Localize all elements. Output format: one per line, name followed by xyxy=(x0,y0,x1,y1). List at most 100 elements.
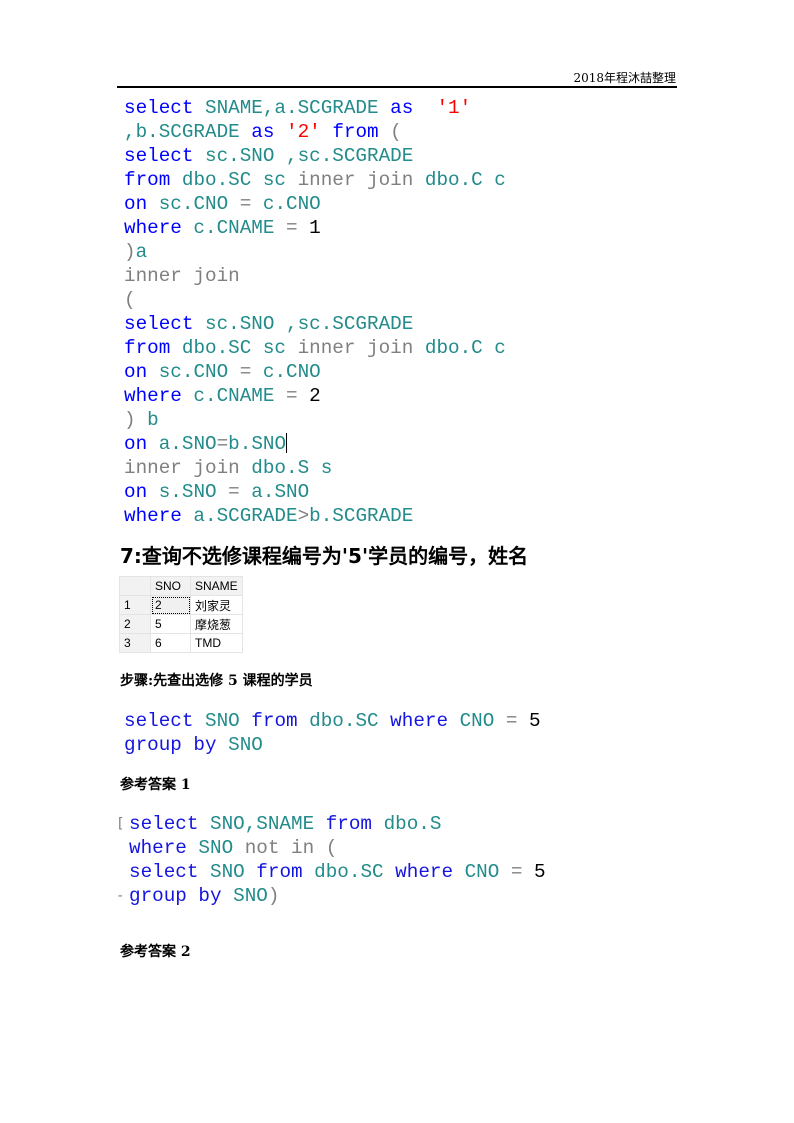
collapse-bracket-icon[interactable]: [ xyxy=(116,816,124,832)
code-token: a.SNO xyxy=(147,433,217,455)
result-grid-header-sname[interactable]: SNAME xyxy=(190,576,243,596)
code-token: dbo.S s xyxy=(239,457,333,479)
code-line[interactable]: ) b xyxy=(124,408,506,432)
code-token: b.SCGRADE xyxy=(309,505,414,527)
code-line[interactable]: on sc.CNO = c.CNO xyxy=(124,360,506,384)
code-token: s.SNO xyxy=(147,481,229,503)
code-line[interactable]: from dbo.SC sc inner join dbo.C c xyxy=(124,168,506,192)
sql-code-block-3: select SNO,SNAME from dbo.S where SNO not… xyxy=(129,812,546,908)
code-token: CNO xyxy=(448,710,506,732)
code-line[interactable]: on s.SNO = a.SNO xyxy=(124,480,506,504)
code-token: ) xyxy=(124,241,136,263)
code-line[interactable]: select SNO from dbo.SC where CNO = 5 xyxy=(124,709,541,733)
code-token: group by xyxy=(124,734,217,756)
code-token: SNO xyxy=(216,734,263,756)
code-token: CNO xyxy=(453,861,511,883)
code-line[interactable]: select sc.SNO ,sc.SCGRADE xyxy=(124,312,506,336)
row-number[interactable]: 1 xyxy=(119,595,151,615)
code-token: '2' xyxy=(286,121,321,143)
cell-sno[interactable]: 2 xyxy=(150,595,191,615)
code-token: = xyxy=(216,433,229,455)
code-token: a.SNO xyxy=(239,481,310,503)
code-line[interactable]: on sc.CNO = c.CNO xyxy=(124,192,506,216)
code-line[interactable]: select SNO from dbo.SC where CNO = 5 xyxy=(129,860,546,884)
code-line[interactable]: from dbo.SC sc inner join dbo.C c xyxy=(124,336,506,360)
code-line[interactable]: group by SNO) xyxy=(129,884,546,908)
collapse-end-icon: - xyxy=(116,888,125,904)
result-grid-row: 3 6 TMD xyxy=(119,633,243,653)
code-line[interactable]: where a.SCGRADE>b.SCGRADE xyxy=(124,504,506,528)
code-token: from xyxy=(124,337,171,359)
code-token: inner join xyxy=(124,265,240,287)
code-line[interactable]: )a xyxy=(124,240,506,264)
code-token: > xyxy=(297,505,310,527)
code-token: where xyxy=(124,385,182,407)
step-label: 步骤:先查出选修 5 课程的学员 xyxy=(120,673,313,689)
code-line[interactable]: where c.CNAME = 1 xyxy=(124,216,506,240)
code-line[interactable]: inner join xyxy=(124,264,506,288)
code-token: dbo.C c xyxy=(413,337,506,359)
code-token: SNO,SNAME xyxy=(198,813,326,835)
row-number[interactable]: 2 xyxy=(119,614,151,634)
code-token: '1' xyxy=(436,97,472,119)
code-line[interactable]: ,b.SCGRADE as '2' from ( xyxy=(124,120,506,144)
header-rule xyxy=(117,86,677,88)
code-line[interactable]: where SNO not in ( xyxy=(129,836,546,860)
code-token: dbo.C c xyxy=(413,169,506,191)
code-token: ( xyxy=(124,289,136,311)
code-line[interactable]: where c.CNAME = 2 xyxy=(124,384,506,408)
code-token: where xyxy=(124,217,182,239)
code-token: from xyxy=(251,710,298,732)
cell-sno[interactable]: 5 xyxy=(150,614,191,634)
code-line[interactable]: select SNO,SNAME from dbo.S xyxy=(129,812,546,836)
code-token: = xyxy=(286,385,298,407)
code-token: where xyxy=(390,710,449,732)
code-token: c.CNAME xyxy=(181,385,286,407)
code-token: select xyxy=(124,97,194,119)
answer-1-label: 参考答案 1 xyxy=(120,777,191,793)
code-line[interactable]: group by SNO xyxy=(124,733,541,757)
row-number[interactable]: 3 xyxy=(119,633,151,653)
code-token: where xyxy=(129,837,187,859)
code-token: as xyxy=(251,121,275,143)
code-line[interactable]: ( xyxy=(124,288,506,312)
result-grid-row: 1 2 刘家灵 xyxy=(119,595,243,615)
code-token: dbo.S xyxy=(372,813,442,835)
code-token: = xyxy=(228,481,240,503)
cell-sname[interactable]: 摩烧葱 xyxy=(190,614,243,634)
code-line[interactable]: inner join dbo.S s xyxy=(124,456,506,480)
code-token: = xyxy=(505,710,518,732)
sql-code-block-2: select SNO from dbo.SC where CNO = 5 grou… xyxy=(124,709,541,757)
code-line[interactable]: select SNAME,a.SCGRADE as '1' xyxy=(124,96,506,120)
code-token: c.CNO xyxy=(251,361,321,383)
code-token: inner join xyxy=(124,457,240,479)
code-token: group by xyxy=(129,885,222,907)
cell-sname[interactable]: 刘家灵 xyxy=(190,595,243,615)
code-token: select xyxy=(124,145,194,167)
code-token: a.SCGRADE xyxy=(181,505,298,527)
code-token: sc.CNO xyxy=(147,361,240,383)
code-token: SNO xyxy=(221,885,268,907)
code-token: = xyxy=(239,193,252,215)
code-token: a xyxy=(135,241,148,263)
code-token: SNO xyxy=(186,837,245,859)
code-token: 1 xyxy=(309,217,321,239)
code-token: ) xyxy=(267,885,280,907)
result-grid-header-sno[interactable]: SNO xyxy=(150,576,191,596)
cell-sno[interactable]: 6 xyxy=(150,633,191,653)
code-token: = xyxy=(510,861,523,883)
code-line[interactable]: on a.SNO=b.SNO xyxy=(124,432,506,456)
page-header-text: 2018年程沐喆整理 xyxy=(573,71,676,85)
code-token: c.CNAME xyxy=(181,217,286,239)
cell-sname[interactable]: TMD xyxy=(190,633,243,653)
code-token: on xyxy=(124,481,148,503)
code-token: select xyxy=(124,313,194,335)
code-token: inner join xyxy=(297,169,414,191)
code-token: ,b.SCGRADE xyxy=(124,121,252,143)
code-line[interactable]: select sc.SNO ,sc.SCGRADE xyxy=(124,144,506,168)
result-grid-header-row: SNO SNAME xyxy=(119,576,243,596)
